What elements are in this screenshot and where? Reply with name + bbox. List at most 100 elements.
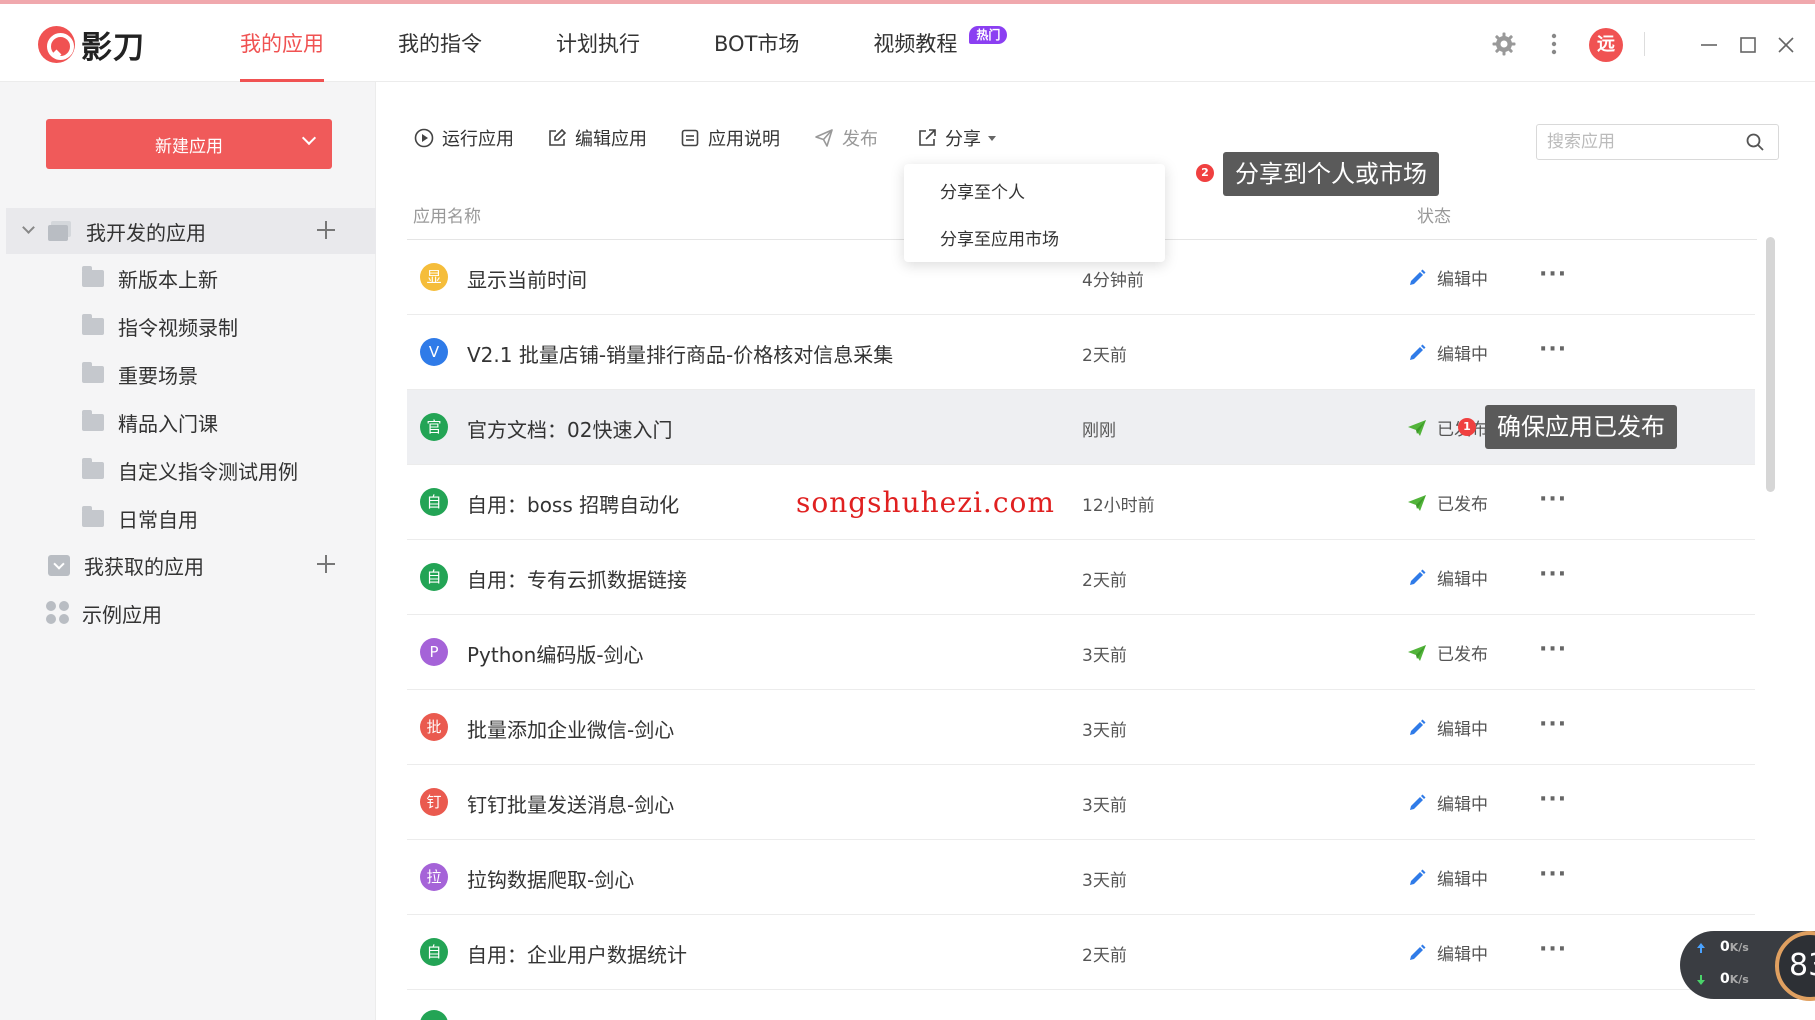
app-name: V2.1 批量店铺-销量排行商品-价格核对信息采集	[467, 343, 894, 367]
more-actions-icon[interactable]: ···	[1539, 337, 1567, 362]
share-external-icon	[919, 129, 936, 146]
user-avatar[interactable]: 远	[1589, 28, 1623, 62]
share-callout: 分享到个人或市场	[1223, 152, 1439, 196]
status-text: 已发布	[1437, 645, 1488, 665]
pencil-icon	[1410, 344, 1426, 360]
folder-stack-icon	[48, 221, 72, 241]
edit-app-label: 编辑应用	[575, 129, 647, 150]
app-updated-time: 3天前	[1082, 721, 1127, 741]
tab-bot-market[interactable]: BOT市场	[714, 4, 799, 82]
add-plus-icon[interactable]	[316, 554, 336, 574]
table-row[interactable]: 自 自用：企业用户数据统计 2天前 编辑中 ···	[407, 915, 1755, 990]
caret-down-icon	[988, 136, 996, 141]
pencil-icon	[1410, 569, 1426, 585]
sidebar-item-acquired-apps[interactable]: 我获取的应用	[6, 542, 376, 588]
sidebar-folder-new-version[interactable]: 新版本上新	[6, 255, 376, 301]
more-actions-icon[interactable]: ···	[1539, 562, 1567, 587]
chevron-down-icon[interactable]	[301, 130, 317, 146]
publish-button[interactable]: 发布	[814, 125, 878, 151]
app-updated-time: 2天前	[1082, 946, 1127, 966]
sidebar-folder-label: 自定义指令测试用例	[118, 459, 298, 484]
more-actions-icon[interactable]: ···	[1539, 262, 1567, 287]
speed-ring-percent: 83	[1775, 931, 1815, 1001]
more-actions-icon[interactable]: ···	[1539, 637, 1567, 662]
app-docs-label: 应用说明	[708, 129, 780, 150]
app-avatar-badge: 自	[420, 488, 448, 516]
table-scrollbar[interactable]	[1766, 237, 1775, 492]
table-row[interactable]: 拉 拉钩数据爬取-剑心 3天前 编辑中 ···	[407, 840, 1755, 915]
logo-mark-icon	[38, 25, 75, 63]
app-avatar-badge: 批	[420, 713, 448, 741]
column-header-status[interactable]: 状态	[1417, 202, 1451, 227]
app-updated-time: 刚刚	[1082, 421, 1116, 441]
more-actions-icon[interactable]: ···	[1539, 787, 1567, 812]
share-to-market-item[interactable]: 分享至应用市场	[940, 225, 1059, 250]
network-speed-widget[interactable]: 0K/s 0K/s 83	[1680, 931, 1815, 1001]
search-input[interactable]	[1537, 125, 1737, 159]
folder-icon	[82, 457, 104, 479]
app-avatar-badge: 自	[420, 938, 448, 966]
minimize-icon[interactable]	[1700, 36, 1718, 54]
more-vertical-icon[interactable]	[1548, 32, 1560, 56]
close-icon[interactable]	[1777, 36, 1795, 54]
caret-down-icon[interactable]	[22, 221, 35, 234]
sidebar-item-my-dev-apps[interactable]: 我开发的应用	[6, 208, 376, 254]
app-docs-button[interactable]: 应用说明	[680, 125, 780, 151]
app-avatar-badge: 自	[420, 563, 448, 591]
document-icon	[681, 129, 699, 147]
folder-icon	[82, 409, 104, 431]
toolbar-divider	[1644, 32, 1645, 56]
sidebar-folder-important-scenes[interactable]: 重要场景	[6, 351, 376, 397]
status-badge: 编辑中	[1407, 340, 1488, 365]
sidebar-item-sample-apps[interactable]: 示例应用	[6, 590, 376, 636]
tab-my-apps[interactable]: 我的应用	[240, 4, 324, 82]
table-row[interactable]: V V2.1 批量店铺-销量排行商品-价格核对信息采集 2天前 编辑中 ···	[407, 315, 1755, 390]
app-updated-time: 3天前	[1082, 796, 1127, 816]
search-icon[interactable]	[1746, 133, 1764, 151]
app-avatar-badge: V	[420, 338, 448, 366]
new-app-button-label: 新建应用	[155, 136, 223, 157]
sidebar-folder-custom-command-tests[interactable]: 自定义指令测试用例	[6, 447, 376, 493]
sidebar-folder-daily-use[interactable]: 日常自用	[6, 495, 376, 541]
app-name: Python编码版-剑心	[467, 643, 644, 667]
table-row[interactable]: 自 自用：boss 招聘自动化 12小时前 已发布 ···	[407, 465, 1755, 540]
app-updated-time: 2天前	[1082, 571, 1127, 591]
more-actions-icon[interactable]: ···	[1539, 487, 1567, 512]
pencil-icon	[1410, 869, 1426, 885]
table-row[interactable]: 批 批量添加企业微信-剑心 3天前 编辑中 ···	[407, 690, 1755, 765]
tab-scheduled-tasks[interactable]: 计划执行	[556, 4, 640, 82]
status-badge: 编辑中	[1407, 715, 1488, 740]
tab-video-tutorials[interactable]: 视频教程 热门	[873, 4, 1008, 82]
table-row-partial[interactable]	[407, 990, 1755, 1020]
column-header-name[interactable]: 应用名称	[413, 202, 481, 227]
more-actions-icon[interactable]: ···	[1539, 937, 1567, 962]
table-row[interactable]: 钉 钉钉批量发送消息-剑心 3天前 编辑中 ···	[407, 765, 1755, 840]
more-actions-icon[interactable]: ···	[1539, 862, 1567, 887]
app-window: 影刀 我的应用 我的指令 计划执行 BOT市场 视频教程 热门 远 新建应用 我…	[0, 0, 1815, 1020]
run-app-button[interactable]: 运行应用	[414, 125, 514, 151]
sidebar-folder-label: 指令视频录制	[118, 315, 238, 340]
sidebar: 新建应用 我开发的应用 新版本上新 指令视频录制 重要场景 精品入门课 自定义指…	[0, 82, 376, 1020]
maximize-icon[interactable]	[1739, 36, 1757, 54]
app-name: 官方文档：02快速入门	[467, 418, 673, 442]
status-badge: 编辑中	[1407, 565, 1488, 590]
pencil-icon	[1410, 794, 1426, 810]
send-paper-plane-icon	[815, 129, 833, 147]
add-folder-plus-icon[interactable]	[316, 220, 336, 240]
settings-gear-icon[interactable]	[1492, 32, 1516, 56]
sidebar-folder-command-video[interactable]: 指令视频录制	[6, 303, 376, 349]
table-row[interactable]: P Python编码版-剑心 3天前 已发布 ···	[407, 615, 1755, 690]
status-text: 编辑中	[1437, 945, 1488, 965]
status-text: 已发布	[1437, 495, 1488, 515]
share-button[interactable]: 分享	[917, 125, 997, 151]
edit-app-button[interactable]: 编辑应用	[547, 125, 647, 151]
tab-my-commands[interactable]: 我的指令	[398, 4, 482, 82]
edit-square-icon	[549, 128, 567, 146]
new-app-button[interactable]: 新建应用	[46, 119, 332, 169]
sidebar-folder-label: 新版本上新	[118, 267, 218, 292]
table-row[interactable]: 自 自用：专有云抓数据链接 2天前 编辑中 ···	[407, 540, 1755, 615]
share-to-personal-item[interactable]: 分享至个人	[940, 178, 1025, 203]
app-avatar-badge: 钉	[420, 788, 448, 816]
more-actions-icon[interactable]: ···	[1539, 712, 1567, 737]
sidebar-folder-intro-course[interactable]: 精品入门课	[6, 399, 376, 445]
